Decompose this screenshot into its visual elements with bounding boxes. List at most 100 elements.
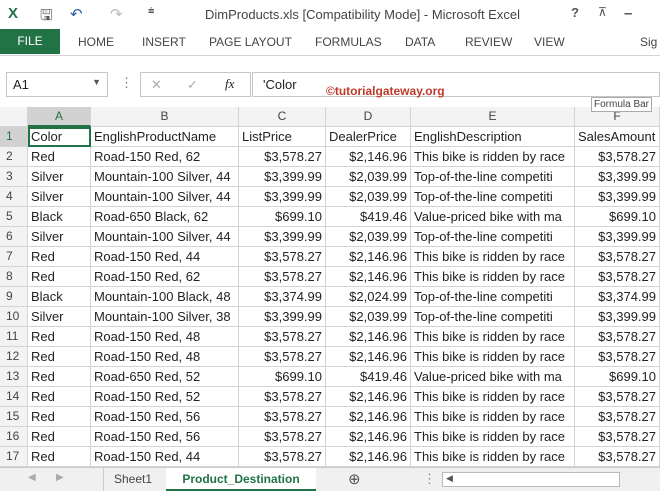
tab-data[interactable]: DATA	[405, 35, 435, 49]
cell[interactable]: $2,146.96	[326, 147, 411, 167]
cell[interactable]: $699.10	[575, 207, 660, 227]
cell[interactable]: $2,146.96	[326, 447, 411, 467]
sheet-tab-sheet1[interactable]: Sheet1	[103, 468, 162, 491]
cell[interactable]: This bike is ridden by race	[411, 447, 575, 467]
cell[interactable]: Red	[28, 267, 91, 287]
row-header[interactable]: 2	[0, 147, 28, 167]
row-header[interactable]: 16	[0, 427, 28, 447]
cell[interactable]: $2,146.96	[326, 247, 411, 267]
cell[interactable]: $3,578.27	[239, 327, 326, 347]
cell[interactable]: This bike is ridden by race	[411, 247, 575, 267]
cell[interactable]: SalesAmount	[575, 127, 660, 147]
cell[interactable]: EnglishDescription	[411, 127, 575, 147]
row-header[interactable]: 1	[0, 127, 28, 147]
new-sheet-icon[interactable]: ⊕	[348, 470, 361, 488]
cell[interactable]: Road-150 Red, 48	[91, 347, 239, 367]
cell[interactable]: Mountain-100 Silver, 44	[91, 187, 239, 207]
cell[interactable]: Red	[28, 387, 91, 407]
cell[interactable]: Top-of-the-line competiti	[411, 307, 575, 327]
chevron-down-icon[interactable]: ▼	[92, 77, 101, 87]
column-header-D[interactable]: D	[326, 107, 411, 127]
cell[interactable]: Road-150 Red, 52	[91, 387, 239, 407]
row-header[interactable]: 14	[0, 387, 28, 407]
cell[interactable]: $3,578.27	[575, 147, 660, 167]
select-all-corner[interactable]	[0, 107, 28, 127]
cell[interactable]: $2,024.99	[326, 287, 411, 307]
cell[interactable]: Silver	[28, 167, 91, 187]
cell[interactable]: Color	[28, 127, 91, 147]
row-header[interactable]: 5	[0, 207, 28, 227]
cell[interactable]: Top-of-the-line competiti	[411, 187, 575, 207]
cell[interactable]: Red	[28, 447, 91, 467]
cell[interactable]: $3,399.99	[239, 307, 326, 327]
scroll-left-icon[interactable]: ◀	[28, 472, 36, 483]
cell[interactable]: This bike is ridden by race	[411, 347, 575, 367]
undo-icon[interactable]: ↶	[70, 5, 83, 23]
cell[interactable]: Red	[28, 347, 91, 367]
column-header-B[interactable]: B	[91, 107, 239, 127]
cell[interactable]: $2,146.96	[326, 427, 411, 447]
cell[interactable]: Mountain-100 Silver, 44	[91, 167, 239, 187]
cell[interactable]: Road-150 Red, 56	[91, 407, 239, 427]
cell[interactable]: Black	[28, 287, 91, 307]
scroll-right-icon[interactable]: ▶	[56, 472, 64, 483]
tab-formulas[interactable]: FORMULAS	[315, 35, 382, 49]
formula-input[interactable]: 'Color	[252, 72, 660, 97]
customize-toolbar-icon[interactable]: ⩧	[148, 5, 154, 18]
horizontal-scrollbar[interactable]: ◀	[442, 472, 620, 487]
cell[interactable]: $3,399.99	[239, 187, 326, 207]
save-icon[interactable]: 🖫	[40, 5, 53, 30]
tab-view[interactable]: VIEW	[534, 35, 565, 49]
cell[interactable]: Red	[28, 427, 91, 447]
row-header[interactable]: 13	[0, 367, 28, 387]
cell[interactable]: Silver	[28, 227, 91, 247]
cell[interactable]: $3,578.27	[575, 347, 660, 367]
cell[interactable]: Value-priced bike with ma	[411, 207, 575, 227]
cell[interactable]: Top-of-the-line competiti	[411, 227, 575, 247]
tab-home[interactable]: HOME	[78, 35, 114, 49]
cell[interactable]: Silver	[28, 187, 91, 207]
cell[interactable]: $419.46	[326, 367, 411, 387]
cell[interactable]: $419.46	[326, 207, 411, 227]
cell[interactable]: Road-150 Red, 62	[91, 267, 239, 287]
cell[interactable]: $2,146.96	[326, 267, 411, 287]
cell[interactable]: $3,578.27	[575, 387, 660, 407]
cell[interactable]: $3,399.99	[575, 307, 660, 327]
cell[interactable]: $699.10	[239, 367, 326, 387]
row-header[interactable]: 7	[0, 247, 28, 267]
cell[interactable]: $2,146.96	[326, 347, 411, 367]
row-header[interactable]: 6	[0, 227, 28, 247]
row-header[interactable]: 9	[0, 287, 28, 307]
row-header[interactable]: 12	[0, 347, 28, 367]
cell[interactable]: $2,146.96	[326, 327, 411, 347]
cell[interactable]: $2,039.99	[326, 307, 411, 327]
cell[interactable]: $3,578.27	[239, 347, 326, 367]
cell[interactable]: Black	[28, 207, 91, 227]
column-header-E[interactable]: E	[411, 107, 575, 127]
cell[interactable]: $3,578.27	[575, 267, 660, 287]
cell[interactable]: $3,578.27	[239, 147, 326, 167]
cell[interactable]: $3,578.27	[575, 327, 660, 347]
cell[interactable]: $699.10	[239, 207, 326, 227]
splitter-icon[interactable]: ⋮	[423, 471, 436, 487]
cell[interactable]: $3,399.99	[239, 227, 326, 247]
cell[interactable]: $3,578.27	[239, 407, 326, 427]
cell[interactable]: $699.10	[575, 367, 660, 387]
cell[interactable]: $3,399.99	[239, 167, 326, 187]
cell[interactable]: This bike is ridden by race	[411, 147, 575, 167]
cell[interactable]: Mountain-100 Silver, 44	[91, 227, 239, 247]
row-header[interactable]: 10	[0, 307, 28, 327]
cell[interactable]: $3,578.27	[575, 427, 660, 447]
minimize-button[interactable]: –	[624, 5, 632, 22]
cell[interactable]: Red	[28, 247, 91, 267]
row-header[interactable]: 8	[0, 267, 28, 287]
cell[interactable]: $3,399.99	[575, 187, 660, 207]
cell[interactable]: Red	[28, 327, 91, 347]
cell[interactable]: Road-650 Red, 52	[91, 367, 239, 387]
row-header[interactable]: 11	[0, 327, 28, 347]
ribbon-display-icon[interactable]: ⊼	[598, 5, 607, 19]
help-button[interactable]: ?	[571, 5, 579, 20]
tab-page-layout[interactable]: PAGE LAYOUT	[209, 35, 292, 49]
cell[interactable]: DealerPrice	[326, 127, 411, 147]
name-box[interactable]: A1 ▼	[6, 72, 108, 97]
